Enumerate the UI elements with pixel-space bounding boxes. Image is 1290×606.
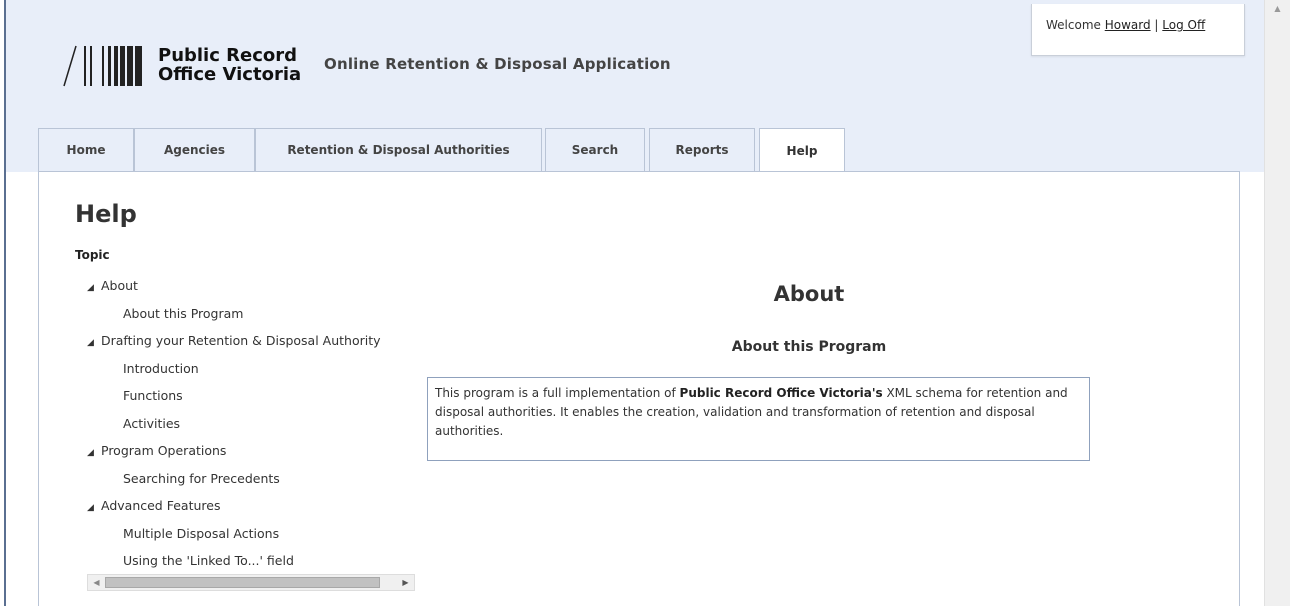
tree-item-searching-precedents[interactable]: Searching for Precedents	[75, 465, 415, 493]
topic-label: Topic	[75, 248, 110, 262]
tree-item-introduction[interactable]: Introduction	[75, 355, 415, 383]
tab-agencies[interactable]: Agencies	[134, 128, 255, 171]
content-panel: Help Topic ◢ About About this Program ◢ Dr…	[38, 171, 1240, 606]
tree-node-program-operations[interactable]: ◢ Program Operations	[75, 437, 415, 465]
tab-retention-disposal-authorities[interactable]: Retention & Disposal Authorities	[255, 128, 542, 171]
tree-item-linked-to-field[interactable]: Using the 'Linked To...' field	[75, 547, 415, 574]
tree-item-functions[interactable]: Functions	[75, 382, 415, 410]
separator: |	[1154, 18, 1159, 32]
username-link[interactable]: Howard	[1105, 18, 1151, 32]
section-title: About	[773, 282, 845, 306]
logo-text: Public Record Office Victoria	[158, 46, 301, 84]
tree-node-label: Program Operations	[101, 443, 227, 458]
subsection-title: About this Program	[731, 339, 887, 355]
tab-search[interactable]: Search	[545, 128, 645, 171]
tree-item-about-this-program[interactable]: About this Program	[75, 300, 415, 328]
logo-line1: Public Record	[158, 45, 298, 66]
arrow-up-icon[interactable]: ▲	[1265, 4, 1290, 20]
tree-node-drafting[interactable]: ◢ Drafting your Retention & Disposal Auth…	[75, 327, 415, 355]
tree-node-about[interactable]: ◢ About	[75, 272, 415, 300]
tree-node-label: About	[101, 278, 138, 293]
logo-line2: Office Victoria	[158, 64, 302, 85]
expanded-arrow-icon[interactable]: ◢	[87, 330, 101, 358]
expanded-arrow-icon[interactable]: ◢	[87, 440, 101, 468]
expanded-arrow-icon[interactable]: ◢	[87, 495, 101, 523]
scrollbar-thumb[interactable]	[105, 577, 380, 588]
tree-item-activities[interactable]: Activities	[75, 410, 415, 438]
logo: Public Record Office Victoria	[62, 42, 301, 88]
arrow-right-icon[interactable]: ▶	[397, 575, 414, 590]
tree-node-label: Advanced Features	[101, 498, 221, 513]
user-panel: Welcome Howard | Log Off	[1031, 4, 1245, 56]
expanded-arrow-icon[interactable]: ◢	[87, 275, 101, 303]
page-vertical-scrollbar[interactable]: ▲	[1264, 0, 1290, 606]
tab-help[interactable]: Help	[759, 128, 845, 172]
description-bold: Public Record Office Victoria's	[679, 386, 883, 400]
tree-node-label: Drafting your Retention & Disposal Autho…	[101, 333, 381, 348]
description-box: This program is a full implementation of…	[427, 377, 1090, 461]
tree-node-advanced-features[interactable]: ◢ Advanced Features	[75, 492, 415, 520]
tab-home[interactable]: Home	[38, 128, 134, 171]
app-title: Online Retention & Disposal Application	[324, 55, 671, 73]
welcome-text: Welcome	[1046, 18, 1101, 32]
tree-horizontal-scrollbar[interactable]: ◀ ▶	[87, 574, 415, 591]
arrow-left-icon[interactable]: ◀	[88, 575, 105, 590]
logo-barcode-icon	[63, 45, 142, 87]
topic-tree: ◢ About About this Program ◢ Drafting your…	[75, 272, 415, 574]
description-text: This program is a full implementation of	[435, 386, 680, 400]
page-title: Help	[75, 200, 137, 228]
tab-reports[interactable]: Reports	[649, 128, 755, 171]
logoff-link[interactable]: Log Off	[1162, 18, 1205, 32]
tree-item-multiple-disposal-actions[interactable]: Multiple Disposal Actions	[75, 520, 415, 548]
